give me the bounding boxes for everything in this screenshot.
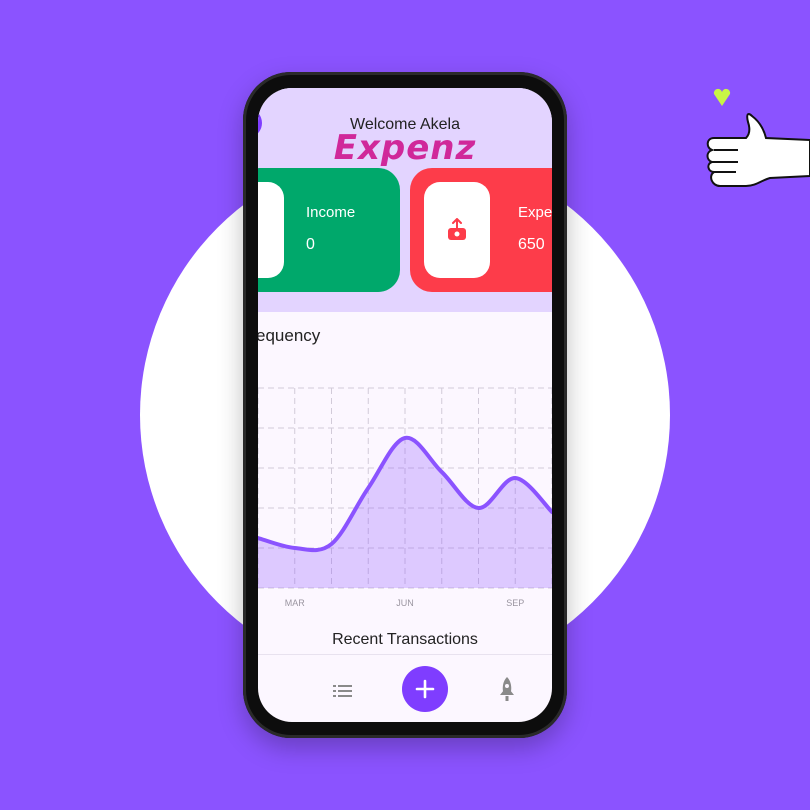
- income-label: Income: [306, 204, 356, 221]
- income-card[interactable]: Income 0: [258, 168, 400, 292]
- phone-frame: Welcome Akela Expenz Income 0 Expe 650 e…: [243, 72, 567, 738]
- list-icon[interactable]: [333, 682, 353, 700]
- add-transaction-button[interactable]: [402, 666, 448, 712]
- wallet-out-icon: [448, 218, 466, 240]
- chart-area-fill: [258, 437, 552, 588]
- summary-cards: Income 0 Expe 650: [258, 168, 552, 294]
- x-tick-label: SEP: [506, 598, 524, 608]
- income-icon-tile: [258, 182, 284, 278]
- x-tick-label: MAR: [285, 598, 306, 608]
- expense-amount: 650: [518, 236, 545, 253]
- plus-icon: [415, 679, 435, 699]
- rocket-icon[interactable]: [498, 676, 516, 702]
- thumbs-up-icon: [706, 88, 810, 187]
- app-logo-text: Expenz: [333, 128, 477, 168]
- app-screen: Welcome Akela Expenz Income 0 Expe 650 e…: [258, 88, 552, 722]
- expense-label: Expe: [518, 204, 552, 221]
- expense-icon-tile: [424, 182, 490, 278]
- income-amount: 0: [306, 236, 315, 253]
- recent-transactions-title: Recent Transactions: [332, 631, 478, 648]
- frequency-chart: MAR JUN SEP: [258, 387, 552, 608]
- bottom-navigation: [258, 664, 552, 722]
- expense-card[interactable]: Expe 650: [410, 168, 552, 292]
- header-panel: Welcome Akela Expenz Income 0 Expe 650: [258, 88, 552, 312]
- x-tick-label: JUN: [396, 598, 414, 608]
- chart-title: equency: [258, 326, 321, 345]
- divider: [258, 654, 552, 655]
